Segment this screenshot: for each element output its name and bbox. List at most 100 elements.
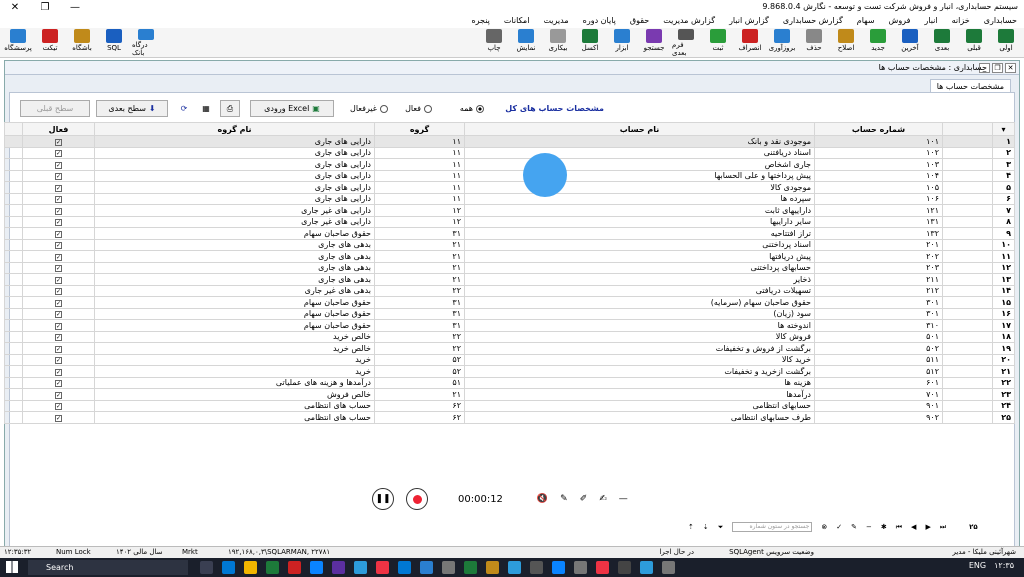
checkbox-checked-icon[interactable]: ✓ <box>55 311 62 319</box>
checkbox-checked-icon[interactable]: ✓ <box>55 219 62 227</box>
column-menu[interactable]: ▾ <box>992 122 1015 136</box>
cell-row-number[interactable]: ۱۴ <box>992 284 1015 297</box>
cell-active[interactable]: ✓ <box>22 135 95 148</box>
cell-active[interactable]: ✓ <box>22 307 95 320</box>
radio-inactive[interactable]: غیرفعال <box>350 104 388 113</box>
toolbar-button[interactable]: آخرین <box>896 29 924 57</box>
toolbar-button[interactable]: پرسشگاه <box>4 29 32 57</box>
table-row[interactable]: ✓ خالص خرید ۲۲ برگشت از فروش و تخفیفات ۵۰۲ ۱۹ <box>4 342 1015 355</box>
annotate-icon[interactable]: ✍ <box>599 494 607 504</box>
cell-row-number[interactable]: ۲۲ <box>992 376 1015 389</box>
taskbar-app-icon[interactable] <box>596 561 609 574</box>
menu-item[interactable]: حقوق <box>623 14 656 28</box>
table-row[interactable]: ✓ بدهی های جاری ۲۱ حسابهای پرداختنی ۲۰۳ ۱۲ <box>4 261 1015 274</box>
edit-icon[interactable]: ✎ <box>851 523 857 531</box>
radio-all[interactable]: همه <box>460 104 484 113</box>
cell-active[interactable]: ✓ <box>22 192 95 205</box>
first-icon[interactable]: ⏭ <box>940 523 946 532</box>
windows-start-icon[interactable] <box>6 561 18 573</box>
cell-active[interactable]: ✓ <box>22 296 95 309</box>
tab-accounts[interactable]: مشخصات حساب ها <box>929 79 1011 93</box>
cell-row-number[interactable]: ۴ <box>992 169 1015 182</box>
cell-row-number[interactable]: ۱ <box>992 135 1015 148</box>
column-group[interactable]: گروه <box>374 122 465 136</box>
search-input[interactable]: جستجو در ستون شماره <box>732 522 813 532</box>
checkbox-checked-icon[interactable]: ✓ <box>55 253 62 261</box>
taskbar-app-icon[interactable] <box>530 561 543 574</box>
checkbox-checked-icon[interactable]: ✓ <box>55 403 62 411</box>
cell-row-number[interactable]: ۱۹ <box>992 342 1015 355</box>
cell-row-number[interactable]: ۹ <box>992 227 1015 240</box>
table-row[interactable]: ✓ بدهی های غیر جاری ۲۲ تسهیلات دریافتی ۲۱۲ ۱۴ <box>4 284 1015 297</box>
toolbar-button[interactable]: نمایش <box>512 29 540 57</box>
toolbar-button[interactable]: SQL <box>100 29 128 57</box>
menu-item[interactable]: سهام <box>850 14 882 28</box>
taskbar-search[interactable]: Search <box>28 560 188 575</box>
checkbox-checked-icon[interactable]: ✓ <box>55 391 62 399</box>
cell-row-number[interactable]: ۵ <box>992 181 1015 194</box>
checkbox-checked-icon[interactable]: ✓ <box>55 380 62 388</box>
cell-active[interactable]: ✓ <box>22 169 95 182</box>
cell-active[interactable]: ✓ <box>22 158 95 171</box>
checkbox-checked-icon[interactable]: ✓ <box>55 322 62 330</box>
checkbox-checked-icon[interactable]: ✓ <box>55 368 62 376</box>
toolbar-button[interactable]: اولی <box>992 29 1020 57</box>
cell-row-number[interactable]: ۲۴ <box>992 399 1015 412</box>
refresh-icon[interactable]: ⟳ <box>174 100 194 117</box>
taskbar-app-icon[interactable] <box>244 561 257 574</box>
toolbar-button[interactable]: ابزار <box>608 29 636 57</box>
toolbar-button[interactable]: ثبت <box>704 29 732 57</box>
toolbar-button[interactable]: حذف <box>800 29 828 57</box>
taskbar-app-icon[interactable] <box>266 561 279 574</box>
menu-item[interactable]: پنجره <box>464 14 496 28</box>
cell-row-number[interactable]: ۶ <box>992 192 1015 205</box>
menu-item[interactable]: فروش <box>882 14 918 28</box>
last-icon[interactable]: ⏮ <box>896 523 902 532</box>
table-row[interactable]: ✓ حقوق صاحبان سهام ۳۱ حقوق صاحبان سهام (سرم… <box>4 296 1015 309</box>
restore-icon[interactable]: ❐ <box>992 63 1003 73</box>
taskbar-app-icon[interactable] <box>464 561 477 574</box>
menu-item[interactable]: امکانات <box>497 14 537 28</box>
table-row[interactable]: ✓ دارایی های جاری ۱۱ موجودی کالا ۱۰۵ ۵ <box>4 181 1015 194</box>
cell-active[interactable]: ✓ <box>22 376 95 389</box>
toolbar-button[interactable]: درگاه بانک <box>132 29 160 57</box>
toolbar-button[interactable]: بروزآوری <box>768 29 796 57</box>
table-row[interactable]: ✓ حقوق صاحبان سهام ۳۱ سود (زیان) ۳۰۱ ۱۶ <box>4 307 1015 320</box>
pause-icon[interactable]: ❚❚ <box>372 488 394 510</box>
checkbox-checked-icon[interactable]: ✓ <box>55 288 62 296</box>
taskbar-app-icon[interactable] <box>288 561 301 574</box>
cell-row-number[interactable]: ۱۱ <box>992 250 1015 263</box>
prev-level-button[interactable]: سطح قبلی <box>20 100 90 117</box>
taskbar-app-icon[interactable] <box>486 561 499 574</box>
checkbox-checked-icon[interactable]: ✓ <box>55 357 62 365</box>
toolbar-button[interactable]: تیکت <box>36 29 64 57</box>
taskbar-app-icon[interactable] <box>354 561 367 574</box>
checkbox-checked-icon[interactable]: ✓ <box>55 242 62 250</box>
table-row[interactable]: ✓ دارایی های جاری ۱۱ موجودی نقد و بانک ۱۰۱ ۱ <box>4 135 1015 148</box>
table-row[interactable]: ✓ حقوق صاحبان سهام ۳۱ اندوخته ها ۳۱۰ ۱۷ <box>4 319 1015 332</box>
cell-active[interactable]: ✓ <box>22 181 95 194</box>
cell-active[interactable]: ✓ <box>22 365 95 378</box>
taskbar-app-icon[interactable] <box>508 561 521 574</box>
color-icon[interactable]: ▦ <box>196 100 216 117</box>
taskbar-app-icon[interactable] <box>552 561 565 574</box>
check-icon[interactable]: ✓ <box>836 523 842 531</box>
column-account-no[interactable]: شماره حساب <box>814 122 943 136</box>
menu-item[interactable]: حسابداری <box>977 14 1024 28</box>
close-icon[interactable]: ✕ <box>0 0 30 14</box>
taskbar-app-icon[interactable] <box>640 561 653 574</box>
toolbar-button[interactable]: جستجو <box>640 29 668 57</box>
cell-active[interactable]: ✓ <box>22 227 95 240</box>
table-row[interactable]: ✓ خرید ۵۲ برگشت ازخرید و تخفیفات ۵۱۲ ۲۱ <box>4 365 1015 378</box>
checkbox-checked-icon[interactable]: ✓ <box>55 207 62 215</box>
cell-active[interactable]: ✓ <box>22 204 95 217</box>
tray-clock[interactable]: ۱۲:۳۵ <box>994 561 1014 570</box>
cell-active[interactable]: ✓ <box>22 238 95 251</box>
toolbar-button[interactable]: بعدی <box>928 29 956 57</box>
header-link[interactable]: مشخصات حساب های کل <box>505 104 604 113</box>
delete-icon[interactable]: − <box>866 523 872 531</box>
menu-item[interactable]: خزانه <box>945 14 977 28</box>
add-icon[interactable]: ✱ <box>881 523 887 531</box>
checkbox-checked-icon[interactable]: ✓ <box>55 265 62 273</box>
checkbox-checked-icon[interactable]: ✓ <box>55 184 62 192</box>
